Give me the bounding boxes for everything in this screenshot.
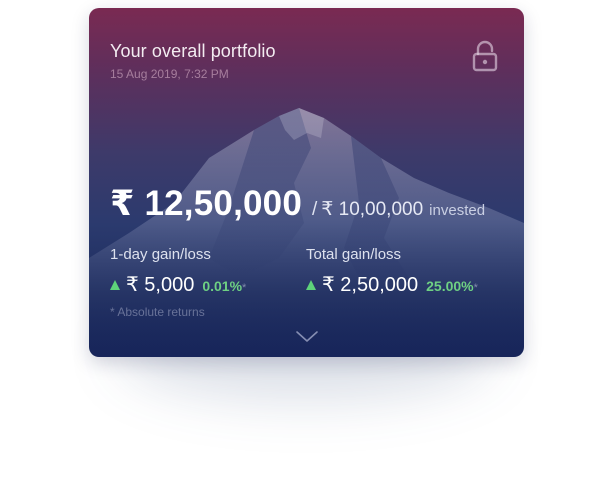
day-gain-asterisk: * <box>242 282 247 294</box>
portfolio-value-row: ₹ 12,50,000 / ₹ 10,00,000 invested <box>110 184 485 224</box>
invested-label: invested <box>429 202 486 219</box>
day-gain-label: 1-day gain/loss <box>110 246 211 263</box>
invested-separator: / <box>311 199 318 220</box>
total-gain-amount: ₹ 2,50,000 <box>322 274 419 296</box>
day-gain-block: 1-day gain/loss ₹ 5,000 0.01% * <box>110 246 246 297</box>
up-arrow-icon <box>306 279 316 290</box>
invested-amount: ₹ 10,00,000 <box>321 199 424 220</box>
total-gain-block: Total gain/loss ₹ 2,50,000 25.00% * <box>306 246 478 297</box>
unlocked-padlock-icon[interactable] <box>472 40 498 72</box>
chevron-down-icon[interactable] <box>295 330 319 344</box>
total-gain-percent: 25.00% <box>426 278 474 294</box>
current-value: ₹ 12,50,000 <box>110 184 302 223</box>
up-arrow-icon <box>110 279 120 290</box>
total-gain-label: Total gain/loss <box>306 246 402 263</box>
day-gain-amount: ₹ 5,000 <box>126 274 195 296</box>
total-gain-asterisk: * <box>473 282 478 294</box>
last-updated-timestamp: 15 Aug 2019, 7:32 PM <box>110 67 229 81</box>
total-gain-row: ₹ 2,50,000 25.00% * <box>306 272 478 297</box>
portfolio-title: Your overall portfolio <box>110 41 276 61</box>
day-gain-percent: 0.01% <box>202 278 243 294</box>
absolute-returns-footnote: * Absolute returns <box>110 305 205 319</box>
portfolio-card: Your overall portfolio 15 Aug 2019, 7:32… <box>89 8 524 357</box>
day-gain-row: ₹ 5,000 0.01% * <box>110 272 246 297</box>
